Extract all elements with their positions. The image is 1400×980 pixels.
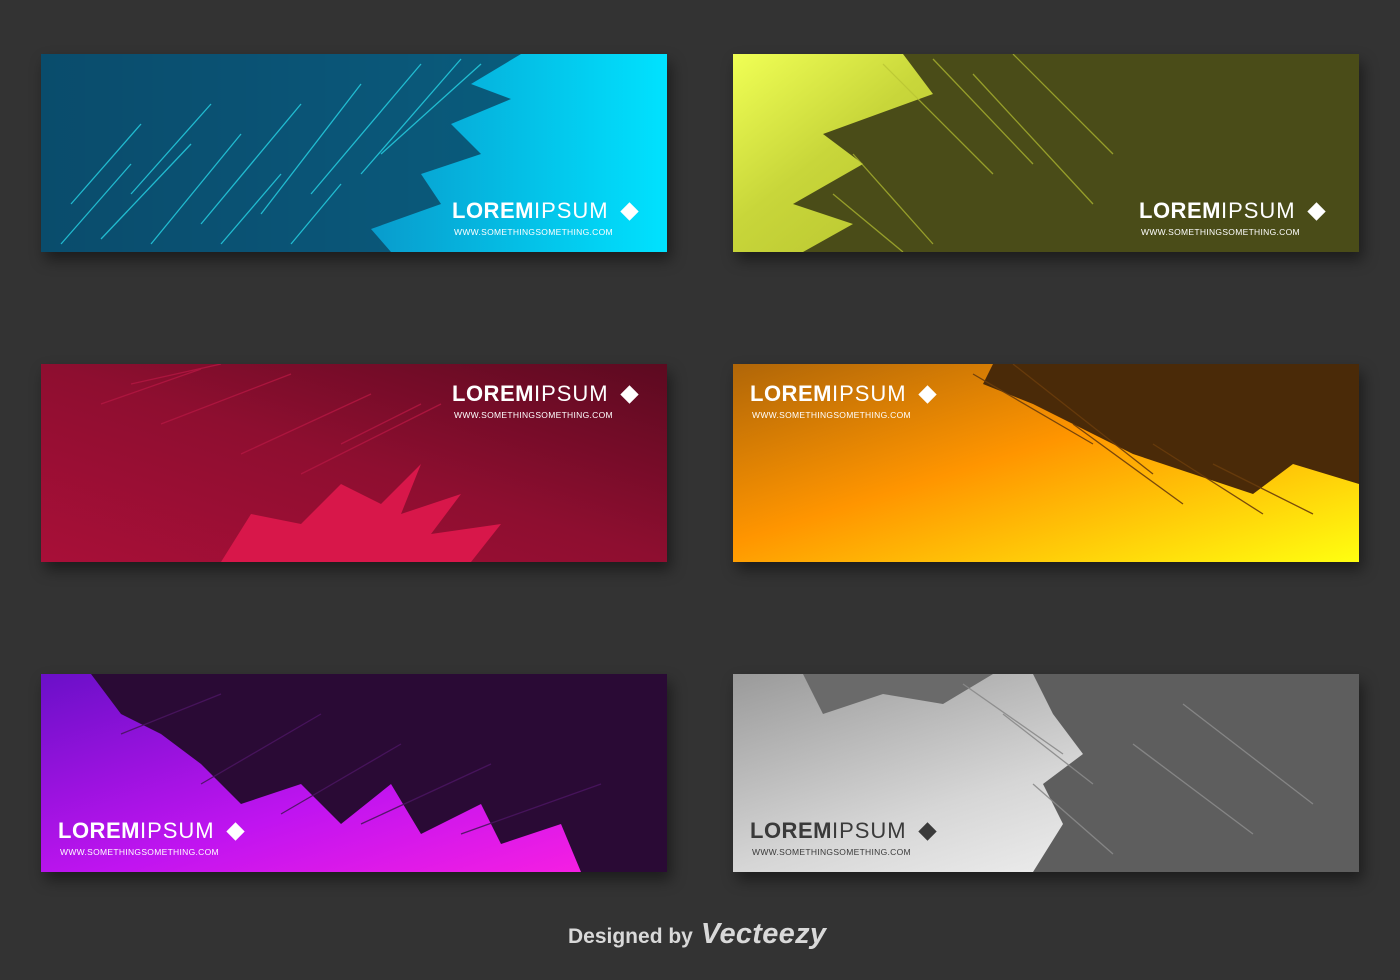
- website-url: WWW.SOMETHINGSOMETHING.COM: [752, 847, 911, 857]
- brand-block: LOREM IPSUM WWW.SOMETHINGSOMETHING.COM: [1139, 198, 1349, 237]
- brand-word-bold: LOREM: [58, 818, 140, 843]
- designer-credit: Designed by Vecteezy: [568, 918, 826, 954]
- diamond-icon: [619, 384, 639, 404]
- brand-block: LOREM IPSUM WWW.SOMETHINGSOMETHING.COM: [452, 381, 662, 420]
- brand-word-bold: LOREM: [452, 381, 534, 406]
- brand-block: LOREM IPSUM WWW.SOMETHINGSOMETHING.COM: [750, 381, 960, 420]
- diamond-icon: [619, 201, 639, 221]
- brand-block: LOREM IPSUM WWW.SOMETHINGSOMETHING.COM: [58, 818, 268, 857]
- website-url: WWW.SOMETHINGSOMETHING.COM: [1141, 227, 1300, 237]
- banner-cyan: LOREM IPSUM WWW.SOMETHINGSOMETHING.COM: [41, 54, 667, 252]
- brand-word-light: IPSUM: [139, 818, 215, 843]
- diamond-icon: [917, 384, 937, 404]
- banner-red: LOREM IPSUM WWW.SOMETHINGSOMETHING.COM: [41, 364, 667, 562]
- diamond-icon: [225, 821, 245, 841]
- banner-olive: LOREM IPSUM WWW.SOMETHINGSOMETHING.COM: [733, 54, 1359, 252]
- brand-word-light: IPSUM: [533, 198, 609, 223]
- banner-gray: LOREM IPSUM WWW.SOMETHINGSOMETHING.COM: [733, 674, 1359, 872]
- brand-word-light: IPSUM: [533, 381, 609, 406]
- brand-word-light: IPSUM: [831, 381, 907, 406]
- brand-block: LOREM IPSUM WWW.SOMETHINGSOMETHING.COM: [452, 198, 662, 237]
- brand-word-bold: LOREM: [452, 198, 534, 223]
- brand-logo: LOREM IPSUM: [750, 381, 960, 407]
- brand-word-bold: LOREM: [750, 381, 832, 406]
- brand-word-light: IPSUM: [831, 818, 907, 843]
- website-url: WWW.SOMETHINGSOMETHING.COM: [454, 410, 613, 420]
- brand-logo: LOREM IPSUM: [1139, 198, 1349, 224]
- credit-designed-by: Designed by: [568, 925, 693, 948]
- brand-logo: LOREM IPSUM: [452, 198, 662, 224]
- credit-brand-logo: Vecteezy: [700, 918, 827, 950]
- brand-word-bold: LOREM: [750, 818, 832, 843]
- diamond-icon: [1306, 201, 1326, 221]
- banner-purple: LOREM IPSUM WWW.SOMETHINGSOMETHING.COM: [41, 674, 667, 872]
- brand-word-bold: LOREM: [1139, 198, 1221, 223]
- website-url: WWW.SOMETHINGSOMETHING.COM: [60, 847, 219, 857]
- banner-orange: LOREM IPSUM WWW.SOMETHINGSOMETHING.COM: [733, 364, 1359, 562]
- brand-logo: LOREM IPSUM: [452, 381, 662, 407]
- website-url: WWW.SOMETHINGSOMETHING.COM: [454, 227, 613, 237]
- brand-word-light: IPSUM: [1220, 198, 1296, 223]
- diamond-icon: [917, 821, 937, 841]
- website-url: WWW.SOMETHINGSOMETHING.COM: [752, 410, 911, 420]
- brand-logo: LOREM IPSUM: [58, 818, 268, 844]
- brand-logo: LOREM IPSUM: [750, 818, 960, 844]
- brand-block: LOREM IPSUM WWW.SOMETHINGSOMETHING.COM: [750, 818, 960, 857]
